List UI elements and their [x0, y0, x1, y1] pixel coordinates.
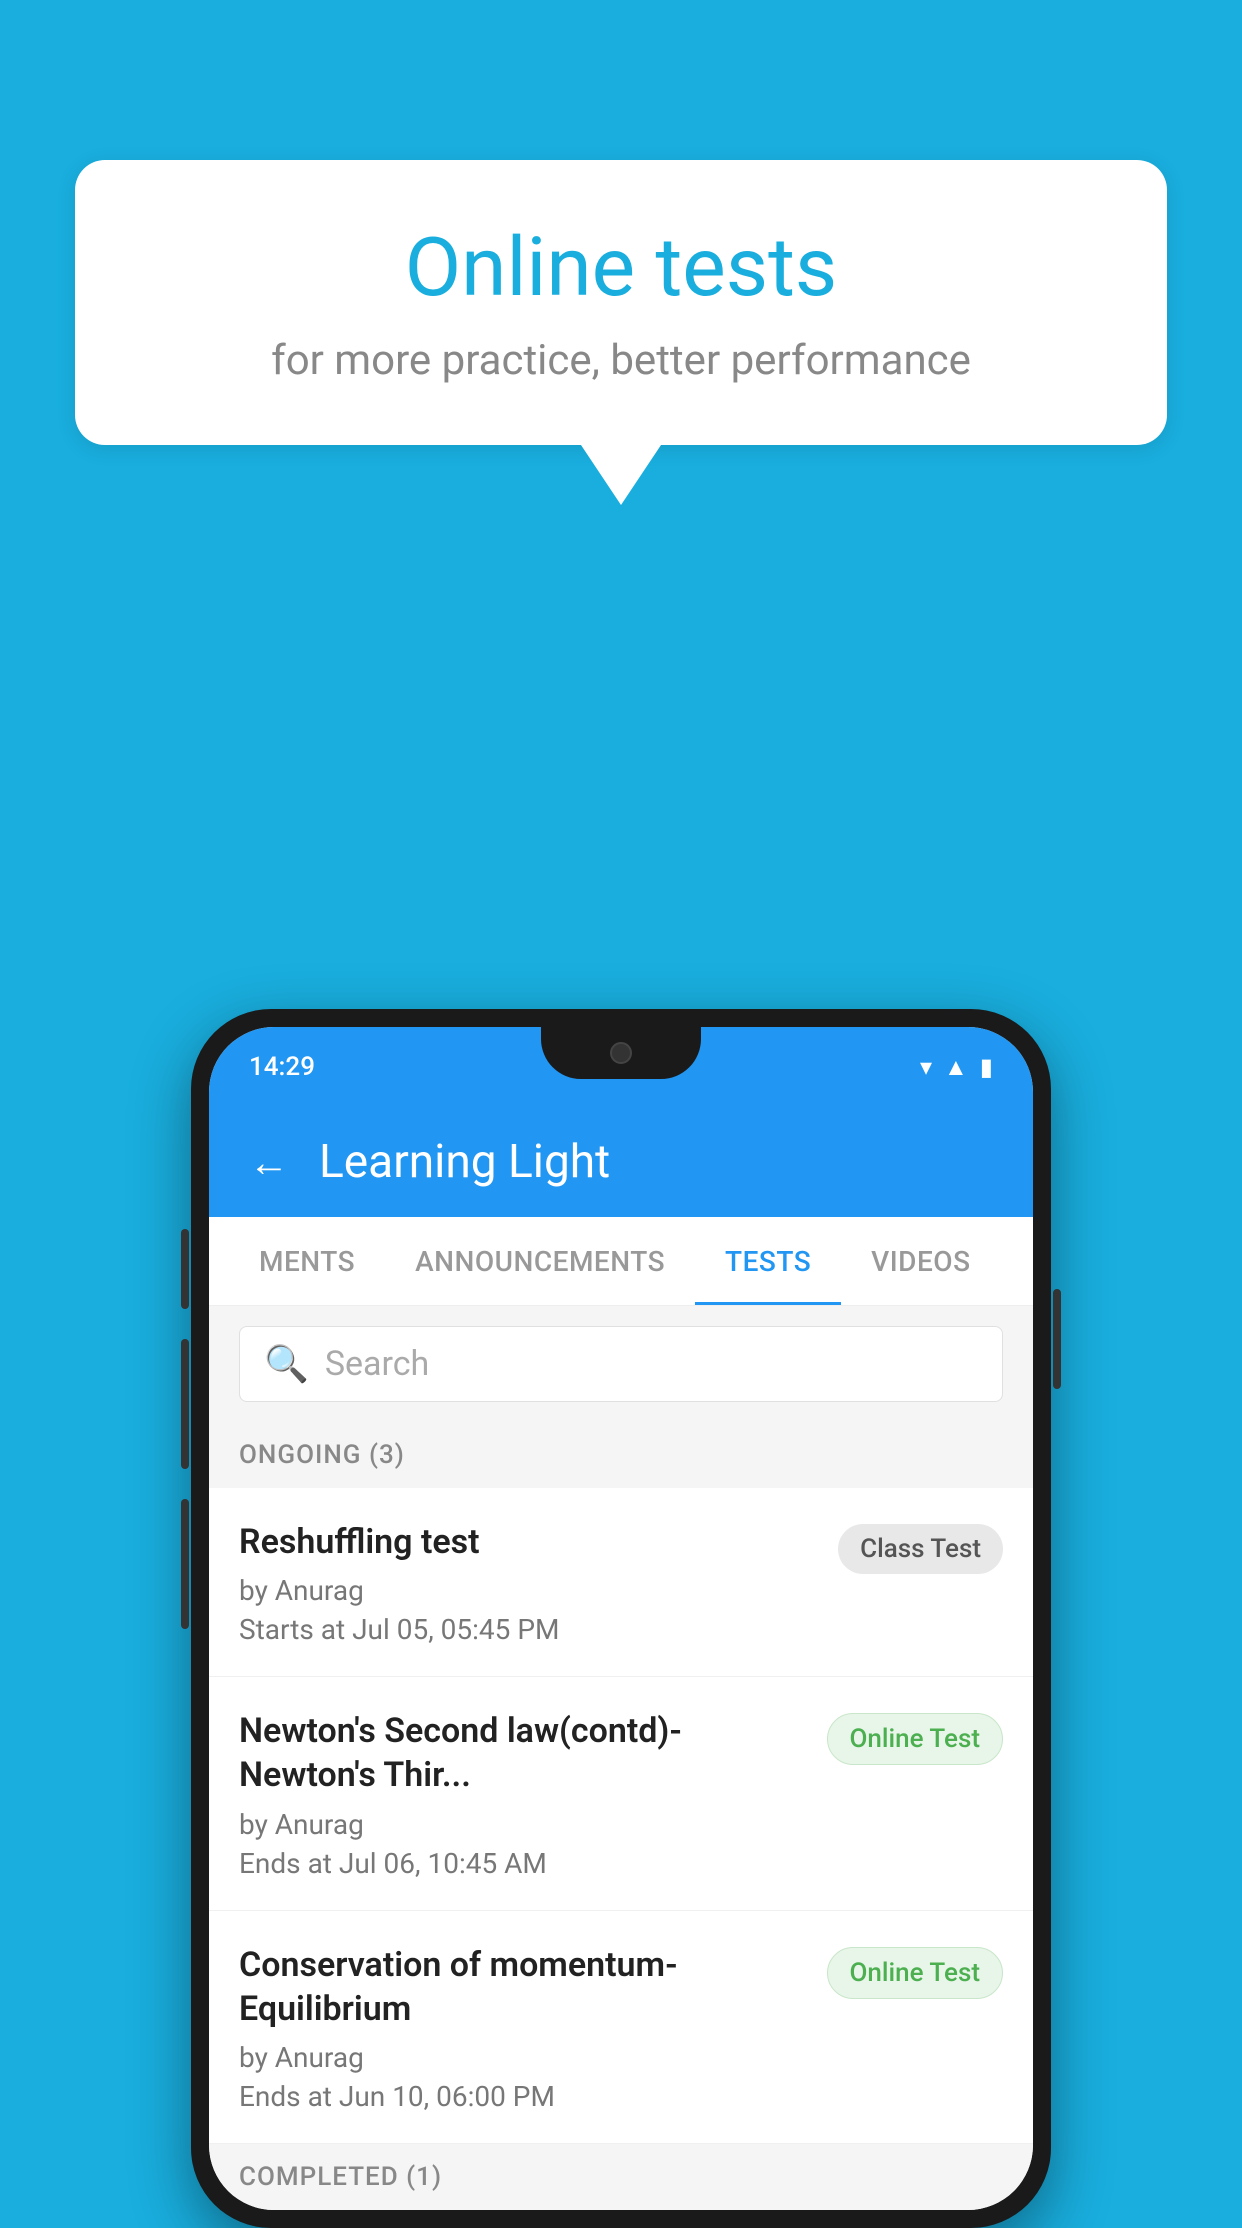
test-item-reshuffling[interactable]: Reshuffling test by Anurag Starts at Jul…	[209, 1488, 1033, 1677]
status-time: 14:29	[249, 1052, 315, 1082]
volume-down-button	[181, 1339, 189, 1469]
test-item-newtons-date: Ends at Jul 06, 10:45 AM	[239, 1847, 807, 1880]
power-button	[1053, 1289, 1061, 1389]
test-item-conservation[interactable]: Conservation of momentum-Equilibrium by …	[209, 1911, 1033, 2144]
status-bar: 14:29 ▾ ▲ ▮	[209, 1027, 1033, 1107]
search-bar[interactable]: 🔍 Search	[239, 1326, 1003, 1402]
test-item-reshuffling-title: Reshuffling test	[239, 1520, 818, 1564]
ongoing-section-label: ONGOING (3)	[209, 1422, 1033, 1488]
test-item-conservation-date: Ends at Jun 10, 06:00 PM	[239, 2080, 807, 2113]
battery-icon: ▮	[980, 1053, 993, 1081]
test-item-conservation-author: by Anurag	[239, 2041, 807, 2074]
speech-bubble-container: Online tests for more practice, better p…	[75, 160, 1167, 505]
app-title: Learning Light	[319, 1135, 610, 1189]
app-header: ← Learning Light	[209, 1107, 1033, 1217]
search-placeholder-text: Search	[325, 1344, 429, 1384]
camera	[610, 1042, 632, 1064]
test-badge-class: Class Test	[838, 1524, 1003, 1574]
volume-up-button	[181, 1229, 189, 1309]
test-item-reshuffling-author: by Anurag	[239, 1574, 818, 1607]
search-icon: 🔍	[264, 1343, 309, 1385]
test-item-conservation-content: Conservation of momentum-Equilibrium by …	[239, 1943, 827, 2113]
completed-section-label: COMPLETED (1)	[209, 2144, 1033, 2210]
tab-announcements[interactable]: ANNOUNCEMENTS	[385, 1217, 695, 1305]
phone-mockup: 14:29 ▾ ▲ ▮ ← Learning Light MENTS ANNOU…	[191, 1009, 1051, 2228]
tabs-bar: MENTS ANNOUNCEMENTS TESTS VIDEOS	[209, 1217, 1033, 1306]
wifi-icon: ▾	[920, 1053, 932, 1081]
test-item-newtons-author: by Anurag	[239, 1808, 807, 1841]
speech-bubble-tail	[581, 445, 661, 505]
test-item-reshuffling-content: Reshuffling test by Anurag Starts at Jul…	[239, 1520, 838, 1646]
search-container: 🔍 Search	[209, 1306, 1033, 1422]
tab-ments[interactable]: MENTS	[229, 1217, 385, 1305]
status-icons: ▾ ▲ ▮	[920, 1053, 993, 1082]
silent-button	[181, 1499, 189, 1629]
speech-bubble-title: Online tests	[155, 220, 1087, 316]
back-button[interactable]: ←	[249, 1139, 289, 1186]
test-item-newtons-title: Newton's Second law(contd)-Newton's Thir…	[239, 1709, 807, 1797]
signal-icon: ▲	[944, 1053, 968, 1082]
test-item-newtons[interactable]: Newton's Second law(contd)-Newton's Thir…	[209, 1677, 1033, 1910]
test-item-conservation-title: Conservation of momentum-Equilibrium	[239, 1943, 807, 2031]
tab-videos[interactable]: VIDEOS	[841, 1217, 1000, 1305]
notch	[541, 1027, 701, 1079]
test-badge-online-1: Online Test	[827, 1713, 1004, 1765]
phone-outer: 14:29 ▾ ▲ ▮ ← Learning Light MENTS ANNOU…	[191, 1009, 1051, 2228]
test-item-reshuffling-date: Starts at Jul 05, 05:45 PM	[239, 1613, 818, 1646]
phone-screen: 14:29 ▾ ▲ ▮ ← Learning Light MENTS ANNOU…	[209, 1027, 1033, 2210]
tab-tests[interactable]: TESTS	[695, 1217, 841, 1305]
test-badge-online-2: Online Test	[827, 1947, 1004, 1999]
speech-bubble-subtitle: for more practice, better performance	[155, 336, 1087, 385]
test-item-newtons-content: Newton's Second law(contd)-Newton's Thir…	[239, 1709, 827, 1879]
speech-bubble: Online tests for more practice, better p…	[75, 160, 1167, 445]
